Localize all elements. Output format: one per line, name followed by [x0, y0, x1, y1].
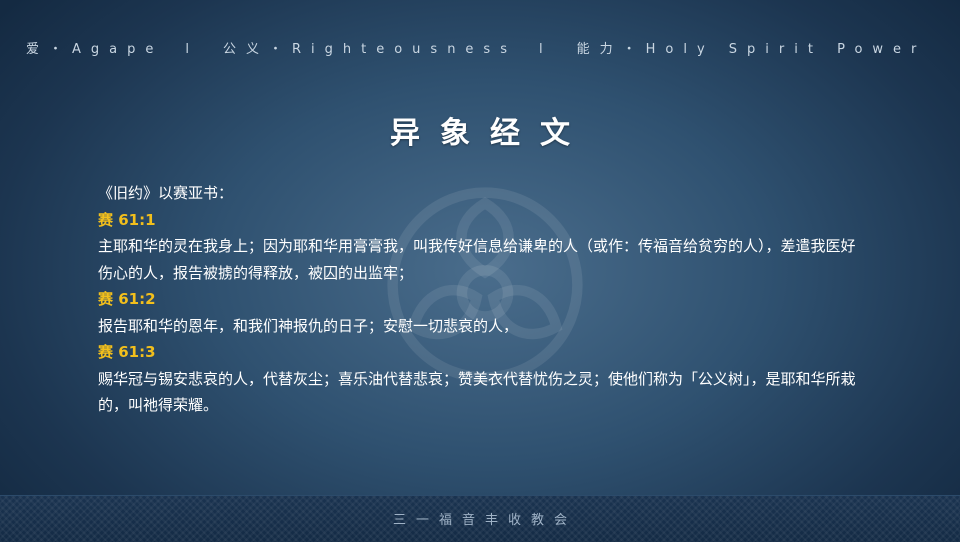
verse-text: 主耶和华的灵在我身上；因为耶和华用膏膏我，叫我传好信息给谦卑的人（或作：传福音给…	[98, 237, 856, 282]
footer-bar: 三一福音丰收教会	[0, 495, 960, 542]
slogan-header: 爱・Agape l 公义・Righteousness l 能力・Holy Spirit …	[26, 38, 936, 56]
slogan-agape: 爱・Agape	[26, 42, 164, 56]
scripture-content: 《旧约》以赛亚书： 赛 61:1 主耶和华的灵在我身上；因为耶和华用膏膏我，叫我…	[98, 180, 868, 419]
page-title: 异象经文	[390, 116, 590, 151]
verse-text: 赐华冠与锡安悲哀的人，代替灰尘；喜乐油代替悲哀；赞美衣代替忧伤之灵；使他们称为「…	[98, 369, 856, 415]
verse-reference: 赛 61:3	[98, 343, 156, 361]
verse-reference: 赛 61:2	[98, 290, 156, 308]
slogan-power: 能力・Holy Spirit Power	[576, 42, 927, 56]
book-intro: 《旧约》以赛亚书：	[98, 184, 234, 202]
church-name: 三一福音丰收教会	[392, 513, 577, 528]
slogan-separator: l	[538, 42, 543, 56]
slogan-separator: l	[185, 42, 189, 56]
verse-reference: 赛 61:1	[98, 210, 156, 229]
slogan-righteousness: 公义・Righteousness	[223, 42, 517, 56]
verse-text: 报告耶和华的恩年，和我们神报仇的日子；安慰一切悲哀的人，	[98, 316, 519, 335]
